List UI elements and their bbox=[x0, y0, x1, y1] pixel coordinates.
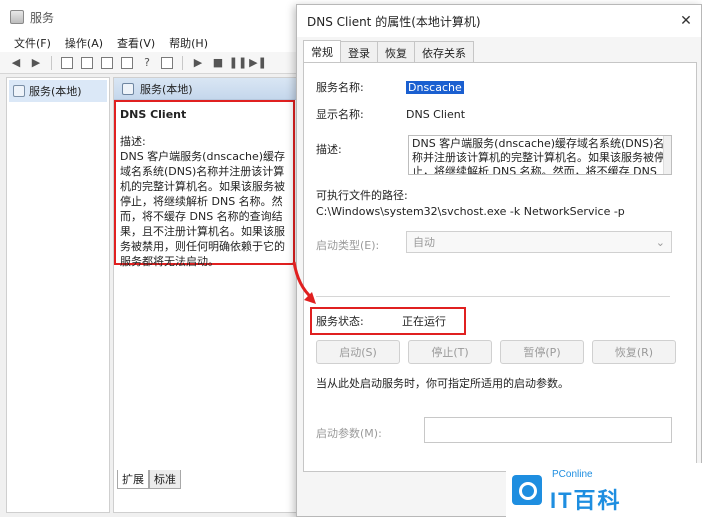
service-status-label: 服务状态: bbox=[316, 315, 364, 328]
tree-item-services-local[interactable]: 服务(本地) bbox=[9, 80, 107, 102]
tab-extended[interactable]: 扩展 bbox=[117, 470, 149, 489]
menu-help[interactable]: 帮助(H) bbox=[169, 35, 208, 51]
menu-file[interactable]: 文件(F) bbox=[14, 35, 51, 51]
resume-button[interactable]: 恢复(R) bbox=[592, 340, 676, 364]
services-window-title: 服务 bbox=[30, 10, 55, 25]
service-status-highlight: 服务状态: 正在运行 bbox=[310, 307, 466, 335]
main-header-label: 服务(本地) bbox=[140, 82, 193, 96]
properties-icon[interactable] bbox=[79, 55, 95, 71]
description-field-label: 描述: bbox=[316, 143, 342, 156]
service-name-label: 服务名称: bbox=[316, 81, 364, 94]
exe-path-value[interactable]: C:\Windows\system32\svchost.exe -k Netwo… bbox=[316, 205, 625, 218]
logo-small-text: PConline bbox=[552, 469, 593, 480]
toolbar-separator bbox=[51, 55, 52, 70]
menu-action[interactable]: 操作(A) bbox=[65, 35, 103, 51]
view-tabs: 扩展 标准 bbox=[117, 470, 181, 489]
dialog-titlebar: DNS Client 的属性(本地计算机) ✕ bbox=[297, 5, 701, 37]
services-tree-pane: 服务(本地) bbox=[6, 77, 110, 513]
general-tab-panel: 服务名称: Dnscache 显示名称: DNS Client 描述: DNS … bbox=[303, 62, 697, 472]
start-params-hint: 当从此处启动服务时，你可指定所适用的启动参数。 bbox=[316, 377, 569, 390]
startup-type-select[interactable]: 自动 ⌄ bbox=[406, 231, 672, 253]
dialog-title: DNS Client 的属性(本地计算机) bbox=[307, 14, 481, 29]
console-icon[interactable] bbox=[159, 55, 175, 71]
start-params-input[interactable] bbox=[424, 417, 672, 443]
logo-big-text: IT百科 bbox=[550, 488, 622, 513]
description-row: 描述: bbox=[316, 141, 406, 157]
start-params-label: 启动参数(M): bbox=[316, 427, 382, 440]
close-icon[interactable]: ✕ bbox=[671, 6, 701, 36]
tab-standard[interactable]: 标准 bbox=[149, 470, 181, 489]
services-app-icon bbox=[10, 10, 24, 24]
export-list-icon[interactable] bbox=[119, 55, 135, 71]
start-service-icon[interactable]: ▶ bbox=[190, 55, 206, 71]
back-arrow-icon[interactable]: ◀ bbox=[8, 55, 24, 71]
service-name-value[interactable]: Dnscache bbox=[406, 80, 464, 94]
display-name-label: 显示名称: bbox=[316, 108, 364, 121]
stop-button[interactable]: 停止(T) bbox=[408, 340, 492, 364]
exe-path-label: 可执行文件的路径: bbox=[316, 189, 408, 202]
display-name-row: 显示名称: DNS Client bbox=[316, 106, 465, 122]
service-description-panel: DNS Client 描述: DNS 客户端服务(dnscache)缓存域名系统… bbox=[114, 100, 295, 268]
show-tree-icon[interactable] bbox=[59, 55, 75, 71]
start-button[interactable]: 启动(S) bbox=[316, 340, 400, 364]
description-text: DNS 客户端服务(dnscache)缓存域名系统(DNS)名称并注册该计算机的… bbox=[120, 150, 286, 268]
watermark-logo: PConline IT百科 bbox=[506, 463, 702, 517]
gear-icon bbox=[122, 82, 134, 95]
service-status-value: 正在运行 bbox=[402, 315, 446, 328]
service-control-buttons: 启动(S) 停止(T) 暂停(P) 恢复(R) bbox=[316, 340, 676, 364]
pause-button[interactable]: 暂停(P) bbox=[500, 340, 584, 364]
selected-service-name: DNS Client bbox=[120, 108, 187, 121]
properties-dialog: DNS Client 的属性(本地计算机) ✕ 常规 登录 恢复 依存关系 服务… bbox=[296, 4, 702, 517]
description-field-text: DNS 客户端服务(dnscache)缓存域名系统(DNS)名称并注册该计算机的… bbox=[412, 137, 665, 175]
restart-service-icon[interactable]: ▶❚ bbox=[249, 55, 267, 71]
description-scrollbar[interactable] bbox=[663, 136, 671, 174]
pause-service-icon[interactable]: ❚❚ bbox=[229, 55, 247, 71]
stop-service-icon[interactable]: ■ bbox=[210, 55, 226, 71]
chevron-down-icon: ⌄ bbox=[655, 235, 665, 249]
refresh-icon[interactable] bbox=[99, 55, 115, 71]
divider bbox=[316, 296, 670, 297]
tree-item-label: 服务(本地) bbox=[29, 85, 82, 98]
toolbar-separator bbox=[182, 55, 183, 70]
display-name-value[interactable]: DNS Client bbox=[406, 108, 465, 121]
tab-general[interactable]: 常规 bbox=[303, 40, 341, 64]
description-field[interactable]: DNS 客户端服务(dnscache)缓存域名系统(DNS)名称并注册该计算机的… bbox=[408, 135, 672, 175]
forward-arrow-icon[interactable]: ▶ bbox=[28, 55, 44, 71]
description-label: 描述: bbox=[120, 135, 146, 148]
menu-view[interactable]: 查看(V) bbox=[117, 35, 155, 51]
service-name-row: 服务名称: Dnscache bbox=[316, 79, 464, 95]
help-icon[interactable]: ? bbox=[139, 55, 155, 71]
startup-type-value: 自动 bbox=[413, 236, 435, 249]
red-arrow-icon bbox=[292, 261, 316, 304]
pconline-logo-icon bbox=[512, 475, 542, 505]
gear-icon bbox=[13, 85, 25, 97]
startup-type-label: 启动类型(E): bbox=[316, 239, 380, 252]
